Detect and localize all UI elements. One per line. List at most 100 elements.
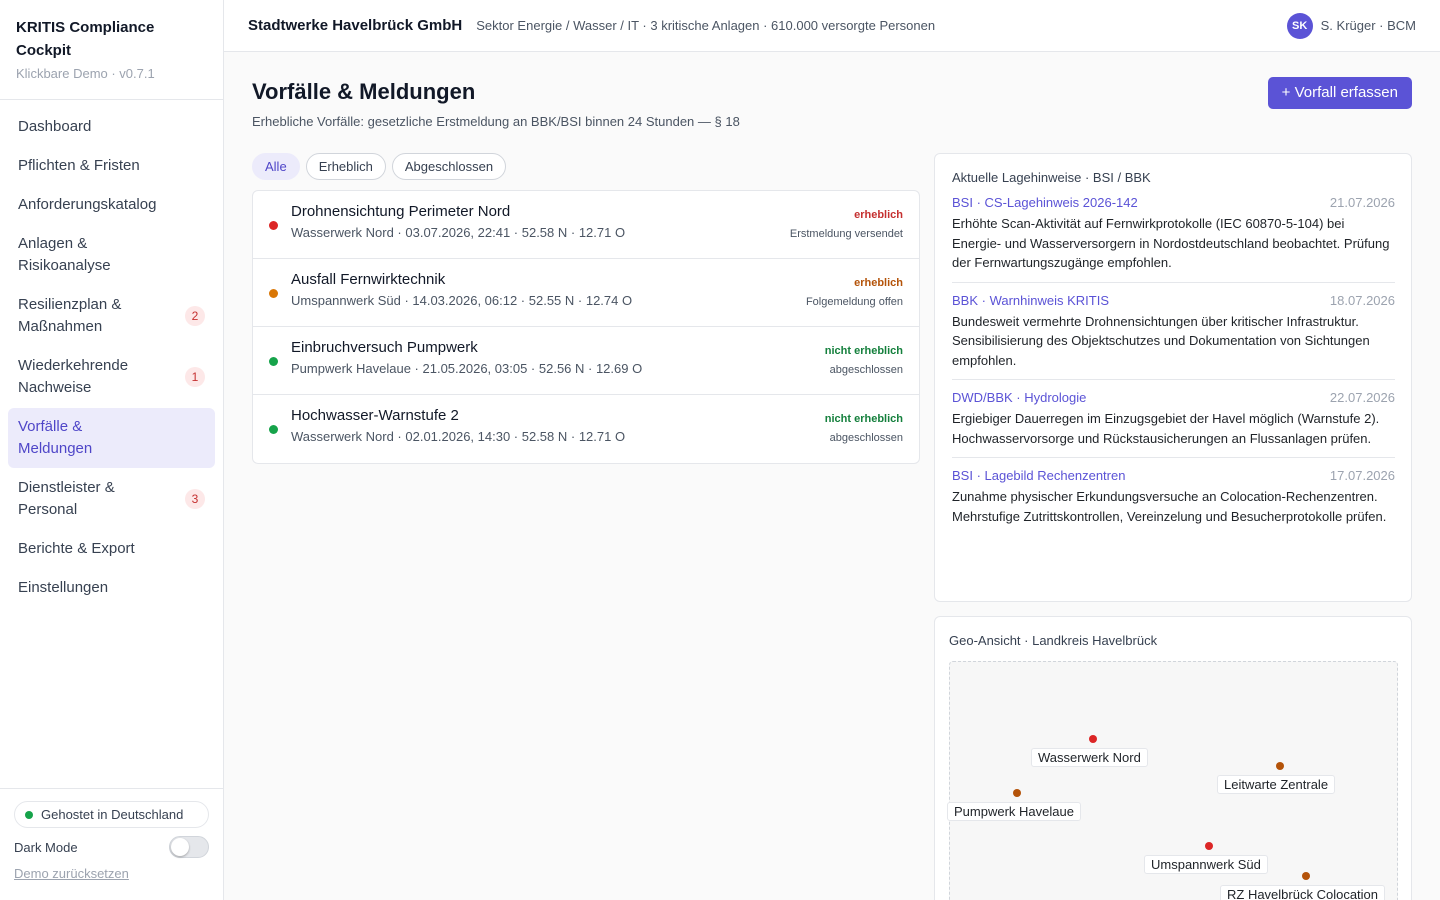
notice-date: 22.07.2026 xyxy=(1329,390,1395,405)
dark-mode-label: Dark Mode xyxy=(14,839,78,855)
notice-text: Zunahme physischer Erkundungsversuche an… xyxy=(952,489,1387,524)
site-marker-icon[interactable] xyxy=(1205,842,1213,850)
notice-source-link[interactable]: BSI · Lagebild Rechenzentren xyxy=(952,468,1125,483)
notice-source-link[interactable]: BBK · Warnhinweis KRITIS xyxy=(952,293,1109,308)
geo-view-panel: Geo-Ansicht · Landkreis Havelbrück Wasse… xyxy=(934,616,1412,900)
incident-severity: nicht erheblich xyxy=(824,345,903,357)
panel-heading: Geo-Ansicht · Landkreis Havelbrück xyxy=(949,633,1158,648)
incident-row[interactable]: Einbruchversuch Pumpwerk Pumpwerk Havela… xyxy=(253,327,919,395)
dark-mode-toggle[interactable] xyxy=(169,836,209,858)
incident-row[interactable]: Hochwasser-Warnstufe 2 Wasserwerk Nord ·… xyxy=(253,395,919,463)
site-map[interactable]: Wasserwerk Nord Leitwarte Zentrale Pumpw… xyxy=(947,661,1398,900)
severity-dot-icon xyxy=(269,289,278,298)
severity-dot-icon xyxy=(269,221,278,230)
incident-list: Drohnensichtung Perimeter Nord Wasserwer… xyxy=(252,190,920,464)
incident-row[interactable]: Ausfall Fernwirktechnik Umspannwerk Süd … xyxy=(253,259,919,327)
sidebar-nav: Dashboard Pflichten & Fristen Anforderun… xyxy=(0,100,223,616)
incident-status: Erstmeldung versendet xyxy=(789,228,903,240)
sidebar-item-dashboard[interactable]: Dashboard xyxy=(8,108,215,146)
avatar: SK xyxy=(1286,12,1313,39)
brand: KRITIS Compliance Cockpit Klickbare Demo… xyxy=(0,0,223,100)
site-marker-icon[interactable] xyxy=(1302,872,1310,880)
site-label[interactable]: Wasserwerk Nord xyxy=(1031,748,1148,767)
notice-date: 18.07.2026 xyxy=(1329,292,1395,308)
sidebar-item-vorfaelle[interactable]: Vorfälle & Meldungen xyxy=(8,408,215,468)
incident-title: Hochwasser-Warnstufe 2 xyxy=(291,407,459,424)
incident-severity: erheblich xyxy=(854,277,903,289)
dark-mode-row: Dark Mode xyxy=(14,836,209,858)
sidebar-item-label: Vorfälle & Meldungen xyxy=(18,418,93,457)
sidebar-item-label: Anforderungskatalog xyxy=(18,196,157,213)
situation-notices-panel: Aktuelle Lagehinweise · BSI / BBK BSI · … xyxy=(934,153,1412,602)
incident-meta: Pumpwerk Havelaue · 21.05.2026, 03:05 · … xyxy=(291,361,643,376)
page-title: Vorfälle & Meldungen xyxy=(252,79,476,104)
site-label[interactable]: RZ Havelbrück Colocation xyxy=(1220,885,1386,900)
site-label[interactable]: Pumpwerk Havelaue xyxy=(947,802,1081,821)
notice-source-link[interactable]: BSI · CS-Lagehinweis 2026-142 xyxy=(952,195,1138,210)
toggle-knob xyxy=(171,838,189,856)
incident-severity: nicht erheblich xyxy=(824,413,903,425)
site-marker-icon[interactable] xyxy=(1013,789,1021,797)
notice-text: Erhöhte Scan-Aktivität auf Fernwirkproto… xyxy=(952,216,1390,270)
incident-severity: erheblich xyxy=(854,209,903,221)
filter-chip-erheblich[interactable]: Erheblich xyxy=(305,153,386,180)
site-label[interactable]: Leitwarte Zentrale xyxy=(1217,775,1336,794)
sidebar-item-label: Dienstleister & Personal xyxy=(18,479,115,518)
main-content: Vorfälle & Meldungen Erhebliche Vorfälle… xyxy=(224,52,1440,900)
sidebar-item-anforderungskatalog[interactable]: Anforderungskatalog xyxy=(8,186,215,224)
hosting-label: Gehostet in Deutschland xyxy=(41,807,184,822)
sidebar-footer: Gehostet in Deutschland Dark Mode Demo z… xyxy=(0,788,223,900)
notice-source-link[interactable]: DWD/BBK · Hydrologie xyxy=(952,390,1086,405)
notice-item: BSI · Lagebild Rechenzentren 17.07.2026 Z… xyxy=(952,458,1395,535)
site-marker-icon[interactable] xyxy=(1276,762,1284,770)
incident-status: Folgemeldung offen xyxy=(805,296,903,308)
incident-title: Einbruchversuch Pumpwerk xyxy=(291,339,478,356)
notice-date: 17.07.2026 xyxy=(1329,468,1395,483)
sidebar-item-label: Wiederkehrende Nachweise xyxy=(18,357,129,396)
sidebar-item-label: Anlagen & Risikoanalyse xyxy=(18,235,111,274)
sidebar-item-nachweise[interactable]: Wiederkehrende Nachweise 1 xyxy=(8,347,215,407)
count-badge: 2 xyxy=(185,306,205,326)
severity-dot-icon xyxy=(269,357,278,366)
sidebar-item-label: Pflichten & Fristen xyxy=(18,157,140,174)
notice-item: BSI · CS-Lagehinweis 2026-142 21.07.2026 … xyxy=(952,185,1395,283)
incident-meta: Wasserwerk Nord · 02.01.2026, 14:30 · 52… xyxy=(291,429,626,444)
filter-chips: Alle Erheblich Abgeschlossen xyxy=(252,153,507,180)
sidebar-item-label: Resilienzplan & Maßnahmen xyxy=(18,296,122,335)
incident-row[interactable]: Drohnensichtung Perimeter Nord Wasserwer… xyxy=(253,191,919,259)
add-incident-button[interactable]: + Vorfall erfassen xyxy=(1267,77,1412,109)
user-label: S. Krüger · BCM xyxy=(1320,18,1416,33)
sidebar-item-dienstleister[interactable]: Dienstleister & Personal 3 xyxy=(8,469,215,529)
notice-text: Bundesweit vermehrte Drohnensichtungen ü… xyxy=(952,313,1370,368)
sidebar-item-label: Dashboard xyxy=(18,118,92,135)
panel-heading: Aktuelle Lagehinweise · BSI / BBK xyxy=(952,170,1151,185)
notice-date: 21.07.2026 xyxy=(1329,195,1395,210)
reset-demo-link[interactable]: Demo zurücksetzen xyxy=(14,866,129,881)
app-subtitle: Klickbare Demo · v0.7.1 xyxy=(16,66,155,81)
filter-chip-abgeschlossen[interactable]: Abgeschlossen xyxy=(391,153,507,180)
filter-chip-alle[interactable]: Alle xyxy=(252,153,300,180)
site-marker-icon[interactable] xyxy=(1089,735,1097,743)
count-badge: 3 xyxy=(185,489,205,509)
notice-text: Ergiebiger Dauerregen im Einzugsgebiet d… xyxy=(952,411,1380,446)
top-bar: Stadtwerke Havelbrück GmbH Sektor Energi… xyxy=(224,0,1440,52)
sidebar-item-berichte[interactable]: Berichte & Export xyxy=(8,530,215,568)
user-menu[interactable]: SK S. Krüger · BCM xyxy=(1286,12,1416,39)
sidebar-item-anlagen[interactable]: Anlagen & Risikoanalyse xyxy=(8,225,215,285)
sidebar-item-einstellungen[interactable]: Einstellungen xyxy=(8,569,215,607)
site-label[interactable]: Umspannwerk Süd xyxy=(1144,855,1268,874)
count-badge: 1 xyxy=(185,367,205,387)
incident-status: abgeschlossen xyxy=(829,364,903,376)
incident-status: abgeschlossen xyxy=(829,432,903,444)
notice-item: DWD/BBK · Hydrologie 22.07.2026 Ergiebige… xyxy=(952,380,1395,458)
hosting-badge: Gehostet in Deutschland xyxy=(14,801,209,828)
sidebar-item-pflichten[interactable]: Pflichten & Fristen xyxy=(8,147,215,185)
sidebar-item-resilienzplan[interactable]: Resilienzplan & Maßnahmen 2 xyxy=(8,286,215,346)
page-subtitle: Erhebliche Vorfälle: gesetzliche Erstmel… xyxy=(252,114,740,129)
severity-dot-icon xyxy=(269,425,278,434)
app-title: KRITIS Compliance Cockpit xyxy=(16,19,155,59)
status-dot-icon xyxy=(25,810,33,819)
sidebar-item-label: Berichte & Export xyxy=(18,540,135,557)
sidebar: KRITIS Compliance Cockpit Klickbare Demo… xyxy=(0,0,224,900)
organization-meta: Sektor Energie / Wasser / IT · 3 kritisc… xyxy=(476,18,936,33)
